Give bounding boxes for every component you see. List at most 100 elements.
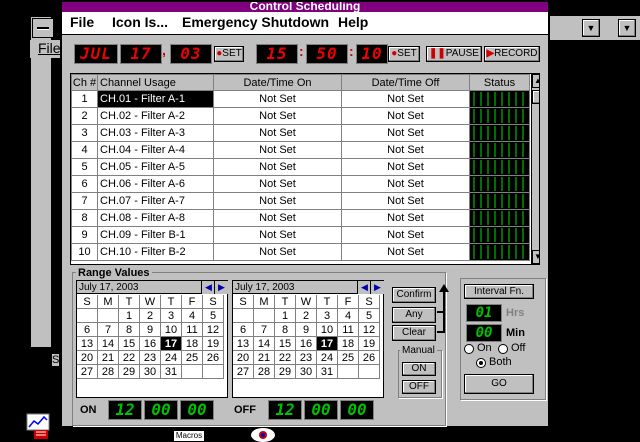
date-time-on-cell[interactable]: Not Set [213,192,342,210]
ch-num-cell[interactable]: 4 [71,141,98,159]
calendar-day[interactable]: 31 [317,365,338,379]
status-cell[interactable] [469,141,530,159]
channel-usage-cell[interactable]: CH.10 - Filter B-2 [97,243,214,261]
background-system-menu-icon[interactable] [32,18,54,38]
table-row[interactable]: 9 CH.09 - Filter B-1 Not Set Not Set [71,226,530,244]
minimize-icon[interactable]: ▼ [582,19,600,37]
date-time-off-cell[interactable]: Not Set [341,158,470,176]
ch-num-cell[interactable]: 10 [71,243,98,261]
date-time-on-cell[interactable]: Not Set [213,243,342,261]
calendar-day[interactable]: 7 [254,323,275,337]
second-display[interactable]: 10 [356,44,388,64]
calendar-day[interactable]: 9 [296,323,317,337]
ch-num-cell[interactable]: 3 [71,124,98,142]
calendar-day[interactable]: 15 [119,337,140,351]
time-set-button[interactable]: ●SET [388,46,420,62]
calendar-day[interactable]: 6 [233,323,254,337]
calendar-day[interactable]: 17 [317,337,338,351]
calendar-day[interactable]: 26 [203,351,224,365]
calendar-day[interactable]: 14 [98,337,119,351]
channel-usage-cell[interactable]: CH.08 - Filter A-8 [97,209,214,227]
table-row[interactable]: 4 CH.04 - Filter A-4 Not Set Not Set [71,141,530,159]
interval-hours-display[interactable]: 01 [466,304,502,322]
ch-num-cell[interactable]: 7 [71,192,98,210]
off-hour-display[interactable]: 12 [268,400,302,420]
any-button[interactable]: Any [392,307,436,323]
status-cell[interactable] [469,107,530,125]
interval-on-radio[interactable] [464,344,474,354]
calendar-day[interactable]: 30 [296,365,317,379]
calendar-day[interactable]: 3 [161,309,182,323]
date-time-on-cell[interactable]: Not Set [213,226,342,244]
calendar-day[interactable]: 25 [338,351,359,365]
date-time-on-cell[interactable]: Not Set [213,158,342,176]
calendar-day[interactable]: 1 [119,309,140,323]
interval-off-radio[interactable] [498,344,508,354]
calendar-day[interactable]: 16 [296,337,317,351]
calendar-day[interactable]: 11 [182,323,203,337]
calendar-day[interactable]: 5 [359,309,380,323]
status-cell[interactable] [469,124,530,142]
manual-off-button[interactable]: OFF [402,380,436,394]
interval-minutes-display[interactable]: 00 [466,324,502,342]
calendar-day[interactable]: 18 [182,337,203,351]
scroll-thumb[interactable] [532,90,539,104]
calendar-day[interactable]: 26 [359,351,380,365]
calendar-day[interactable]: 27 [233,365,254,379]
calendar-day[interactable]: 2 [296,309,317,323]
calendar-next-icon[interactable]: ▶ [370,281,384,294]
off-second-display[interactable]: 00 [340,400,374,420]
calendar-day[interactable]: 18 [338,337,359,351]
date-set-button[interactable]: ●SET [214,46,244,62]
calendar-day[interactable]: 23 [296,351,317,365]
interval-both-radio[interactable] [476,358,486,368]
ch-num-cell[interactable]: 5 [71,158,98,176]
date-time-on-cell[interactable]: Not Set [213,175,342,193]
status-cell[interactable] [469,90,530,108]
on-minute-display[interactable]: 00 [144,400,178,420]
table-row[interactable]: 1 CH.01 - Filter A-1 Not Set Not Set [71,90,530,108]
status-cell[interactable] [469,243,530,261]
ch-num-cell[interactable]: 9 [71,226,98,244]
year-display[interactable]: 03 [170,44,212,64]
calendar-day[interactable]: 22 [275,351,296,365]
calendar-day[interactable]: 3 [317,309,338,323]
desktop-icon-label[interactable]: Macros [174,431,204,441]
pause-button[interactable]: ❚❚PAUSE [426,46,482,62]
calendar-day[interactable]: 19 [203,337,224,351]
calendar-day[interactable]: 2 [140,309,161,323]
ch-num-cell[interactable]: 2 [71,107,98,125]
ch-num-cell[interactable]: 1 [71,90,98,108]
date-time-off-cell[interactable]: Not Set [341,90,470,108]
scroll-up-icon[interactable]: ▲ [532,74,539,88]
calendar-day[interactable]: 24 [317,351,338,365]
date-time-off-cell[interactable]: Not Set [341,243,470,261]
calendar-day[interactable]: 19 [359,337,380,351]
month-display[interactable]: JUL [74,44,118,64]
ch-num-cell[interactable]: 8 [71,209,98,227]
header-date-time-on[interactable]: Date/Time On [213,74,342,91]
calendar-day[interactable]: 24 [161,351,182,365]
calendar-day[interactable]: 20 [233,351,254,365]
ch-num-cell[interactable]: 6 [71,175,98,193]
status-cell[interactable] [469,209,530,227]
channel-usage-cell[interactable]: CH.05 - Filter A-5 [97,158,214,176]
calendar-day[interactable]: 11 [338,323,359,337]
calendar-day[interactable]: 1 [275,309,296,323]
go-button[interactable]: GO [464,374,534,394]
date-time-off-cell[interactable]: Not Set [341,226,470,244]
channel-grid[interactable]: Ch # Channel Usage Date/Time On Date/Tim… [70,73,540,265]
channel-usage-cell[interactable]: CH.03 - Filter A-3 [97,124,214,142]
date-time-off-cell[interactable]: Not Set [341,175,470,193]
on-hour-display[interactable]: 12 [108,400,142,420]
channel-usage-cell[interactable]: CH.06 - Filter A-6 [97,175,214,193]
channel-usage-cell[interactable]: CH.04 - Filter A-4 [97,141,214,159]
calendar-day[interactable]: 6 [77,323,98,337]
date-time-off-cell[interactable]: Not Set [341,209,470,227]
calendar-prev-icon[interactable]: ◀ [201,281,215,294]
calendar-day[interactable]: 21 [98,351,119,365]
off-calendar[interactable]: July 17, 2003 ◀ ▶ S M T W T F S 1 2 3 4 5 6 7 8 9 10 11 12… [232,280,384,398]
calendar-day[interactable]: 25 [182,351,203,365]
status-cell[interactable] [469,192,530,210]
grid-scrollbar[interactable]: ▲ ▼ [531,74,539,264]
